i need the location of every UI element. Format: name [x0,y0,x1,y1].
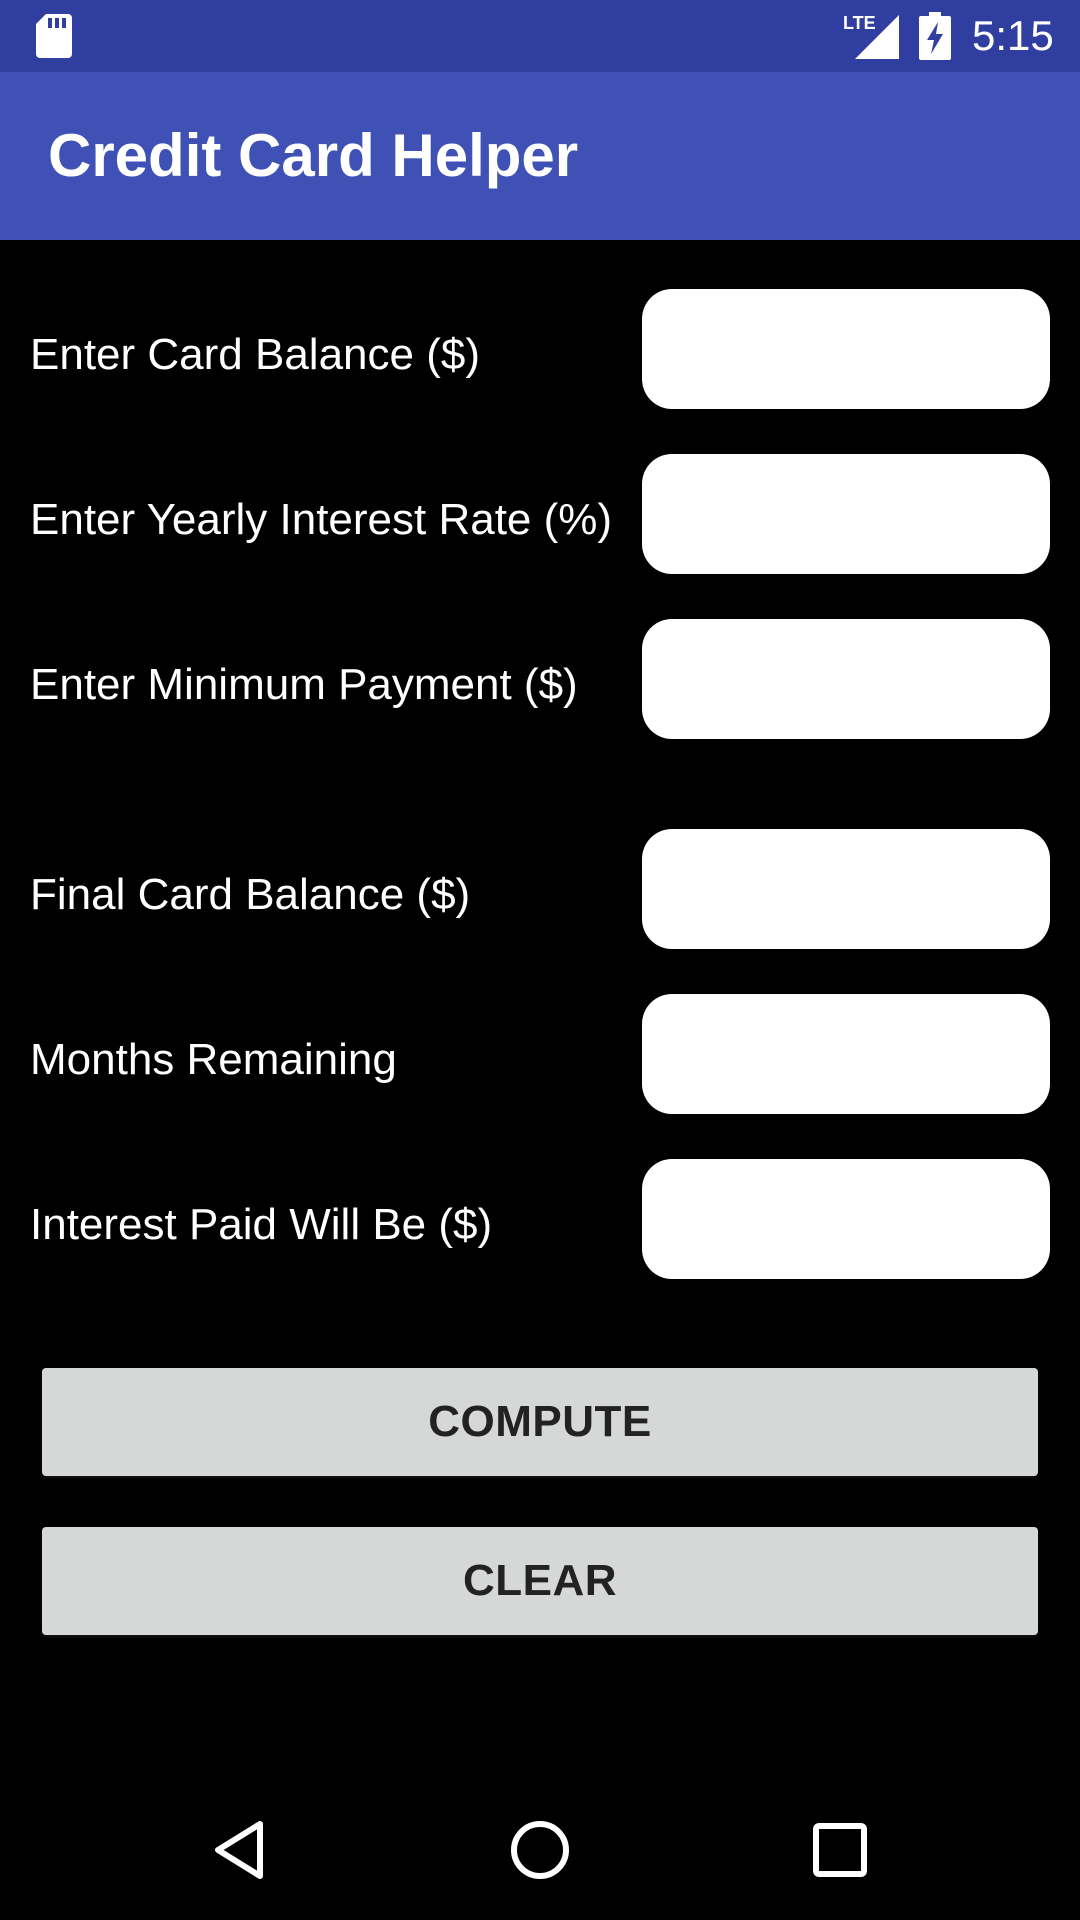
status-time: 5:15 [972,12,1054,59]
interest-paid-field[interactable] [642,1159,1050,1279]
minimum-payment-input[interactable] [642,619,1050,739]
sd-card-icon [36,14,72,58]
navigation-bar [0,1776,1080,1920]
app-bar: Credit Card Helper [0,72,1080,240]
network-type-label: LTE [843,13,876,33]
card-balance-label: Enter Card Balance ($) [30,330,480,379]
months-remaining-label: Months Remaining [30,1035,397,1084]
final-balance-field[interactable] [642,829,1050,949]
months-remaining-field[interactable] [642,994,1050,1114]
interest-paid-label: Interest Paid Will Be ($) [30,1200,493,1249]
clear-button[interactable]: CLEAR [42,1527,1038,1635]
final-balance-label: Final Card Balance ($) [30,870,471,919]
card-balance-input[interactable] [642,289,1050,409]
interest-rate-input[interactable] [642,454,1050,574]
battery-charging-icon [919,12,951,60]
minimum-payment-label: Enter Minimum Payment ($) [30,660,578,709]
recents-icon[interactable] [808,1818,872,1882]
back-icon[interactable] [208,1818,272,1882]
status-bar: LTE 5:15 [0,0,1080,72]
signal-icon: LTE [843,13,899,59]
home-icon[interactable] [508,1818,572,1882]
interest-rate-label: Enter Yearly Interest Rate (%) [30,495,613,544]
compute-button[interactable]: COMPUTE [42,1368,1038,1476]
app-title: Credit Card Helper [48,122,579,189]
